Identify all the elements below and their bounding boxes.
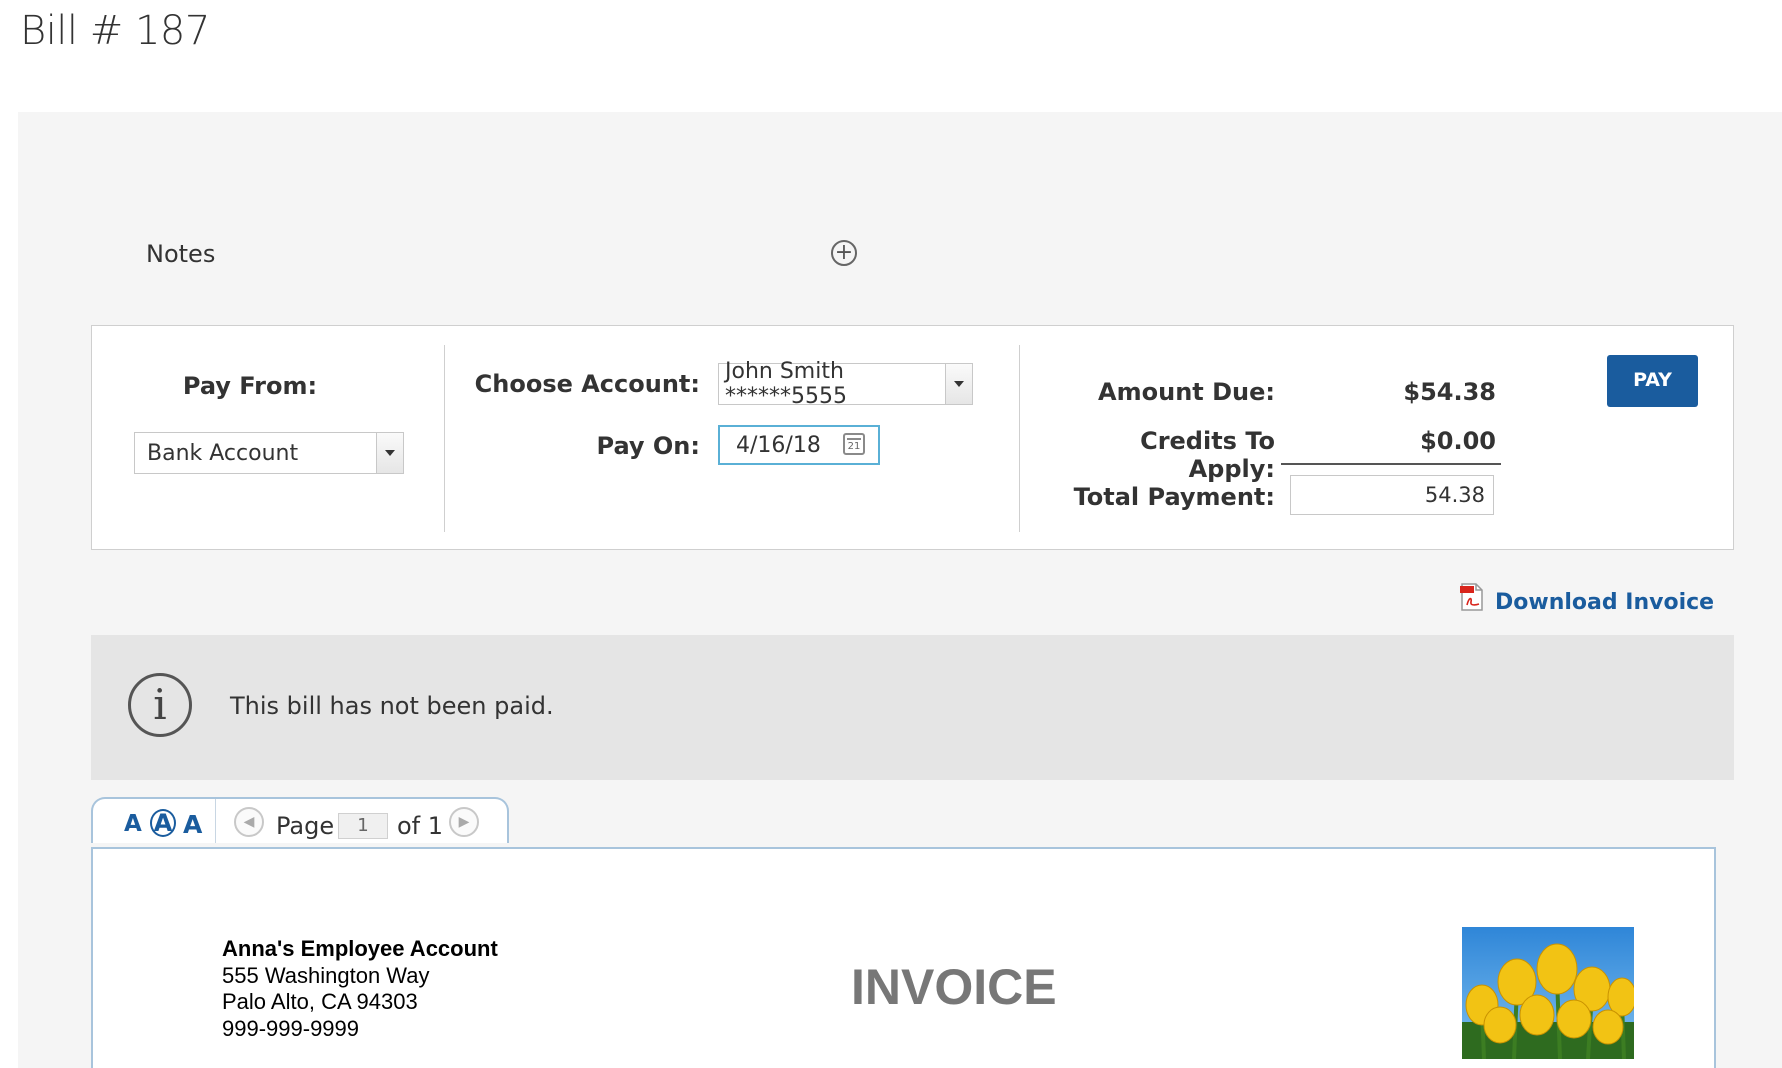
caret-down-icon[interactable]: [376, 433, 403, 473]
payment-status-text: This bill has not been paid.: [230, 692, 554, 720]
pay-on-label: Pay On:: [596, 432, 701, 460]
invoice-address-block: Anna's Employee Account 555 Washington W…: [222, 936, 498, 1042]
download-invoice-link[interactable]: Download Invoice: [1495, 590, 1714, 615]
font-size-small-button[interactable]: A: [124, 811, 142, 837]
arrow-right-circle-icon[interactable]: ▶: [449, 807, 479, 837]
total-payment-label: Total Payment:: [1073, 483, 1275, 511]
toolbar-divider: [215, 799, 216, 843]
pdf-file-icon[interactable]: [1459, 583, 1485, 611]
font-size-large-button[interactable]: A: [183, 810, 202, 839]
total-payment-input[interactable]: 54.38: [1290, 475, 1494, 515]
credits-underline: [1281, 463, 1501, 465]
pay-on-date-value: 4/16/18: [736, 432, 821, 458]
arrow-left-circle-icon[interactable]: ◀: [234, 807, 264, 837]
notes-label: Notes: [146, 240, 216, 268]
page-count: of 1: [397, 812, 444, 840]
phone-number: 999-999-9999: [222, 1015, 360, 1041]
caret-down-icon[interactable]: [945, 364, 972, 404]
credits-label: Credits To Apply:: [1140, 427, 1275, 483]
pay-from-value: Bank Account: [147, 440, 299, 466]
invoice-title: INVOICE: [851, 959, 1057, 1015]
column-divider: [1019, 345, 1020, 532]
font-size-medium-button[interactable]: A: [150, 809, 176, 837]
pay-button[interactable]: PAY: [1607, 355, 1698, 407]
amount-due-value: $54.38: [1403, 378, 1496, 406]
account-select[interactable]: John Smith ******5555: [718, 359, 973, 409]
page-label: Page: [276, 812, 335, 840]
account-value: John Smith ******5555: [725, 359, 847, 409]
column-divider: [444, 345, 445, 532]
page-number-input[interactable]: 1: [338, 813, 388, 839]
address-line-2: Palo Alto, CA 94303: [222, 989, 418, 1014]
page-title: Bill # 187: [20, 8, 210, 54]
info-circle-icon: i: [128, 673, 192, 737]
plus-circle-icon[interactable]: +: [831, 240, 857, 266]
company-name: Anna's Employee Account: [222, 936, 498, 961]
calendar-day: 21: [847, 441, 861, 452]
pay-from-label: Pay From:: [182, 372, 318, 400]
pay-from-select[interactable]: Bank Account: [134, 432, 404, 474]
credits-value[interactable]: $0.00: [1330, 427, 1496, 455]
company-logo-image: [1462, 927, 1634, 1059]
calendar-icon[interactable]: 21: [843, 433, 865, 455]
choose-account-label: Choose Account:: [474, 370, 700, 398]
amount-due-label: Amount Due:: [1098, 378, 1275, 406]
address-line-1: 555 Washington Way: [222, 962, 430, 988]
